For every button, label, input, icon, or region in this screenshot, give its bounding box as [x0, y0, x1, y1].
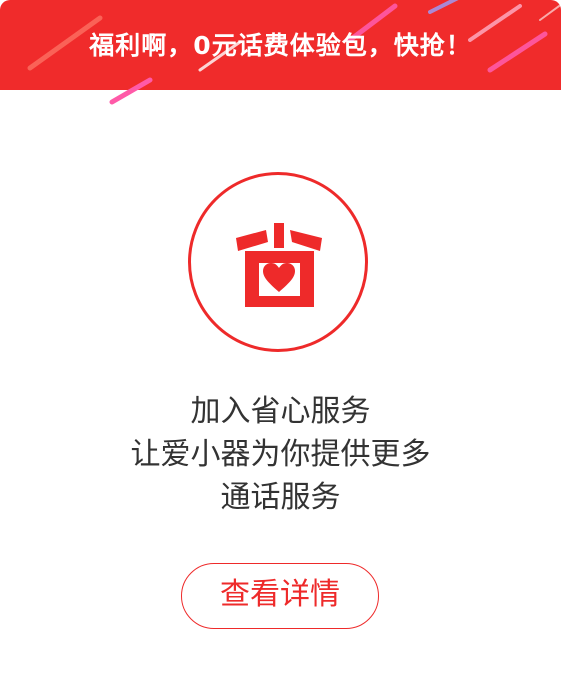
promo-banner: 福利啊，0元话费体验包，快抢！ — [0, 0, 561, 90]
house-heart-icon — [236, 223, 322, 307]
description-line-2: 让爱小器为你提供更多 — [130, 437, 431, 472]
service-description: 加入省心服务 让爱小器为你提供更多 通话服务 — [0, 390, 561, 519]
view-details-button[interactable]: 查看详情 — [181, 563, 379, 629]
description-line-3: 通话服务 — [220, 480, 341, 515]
promo-card: 福利啊，0元话费体验包，快抢！ 加入省心服务 让爱小器为你提供更多 通话服务 查… — [0, 0, 561, 691]
logo-circle — [188, 172, 368, 352]
description-line-1: 加入省心服务 — [190, 394, 371, 429]
banner-title: 福利啊，0元话费体验包，快抢！ — [89, 31, 472, 60]
